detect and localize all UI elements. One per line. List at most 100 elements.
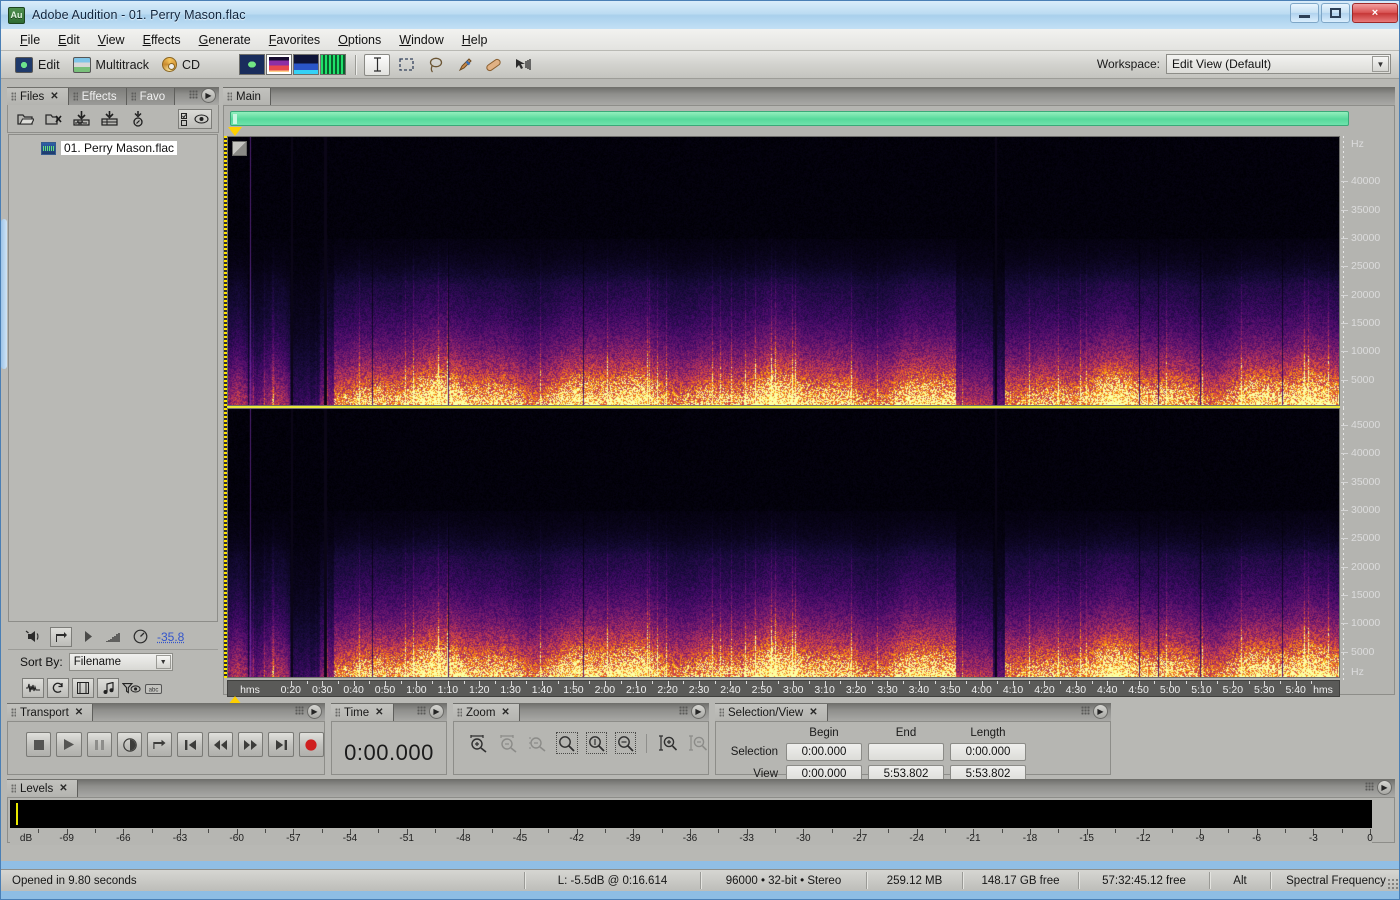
status-cell-0[interactable]: L: -5.5dB @ 0:16.614: [525, 871, 700, 891]
status-cell-2[interactable]: 259.12 MB: [867, 871, 962, 891]
marquee-selection-tool-button[interactable]: [393, 54, 419, 76]
zoom-in-vertical-button[interactable]: [657, 732, 678, 754]
files-list[interactable]: 01. Perry Mason.flac: [8, 134, 218, 622]
time-ruler[interactable]: hms 0:20 0:30 0:40 0:50 1:00 1:10 1:20 1:30 1:40 1…: [227, 680, 1340, 697]
spectral-frequency-view-button[interactable]: [266, 54, 293, 75]
menu-item-window[interactable]: Window: [390, 31, 452, 49]
menu-item-file[interactable]: File: [11, 31, 49, 49]
selection-begin-field[interactable]: 0:00.000: [786, 743, 862, 761]
left-channel-spectrogram[interactable]: [227, 136, 1340, 406]
close-icon[interactable]: ✕: [809, 707, 817, 718]
tab-levels[interactable]: Levels ✕: [7, 780, 78, 797]
time-selection-tool-button[interactable]: [364, 53, 391, 76]
status-cell-4[interactable]: 57:32:45.12 free: [1079, 871, 1209, 891]
zoom-out-vertical-button[interactable]: [687, 732, 708, 754]
selection-length-field[interactable]: 0:00.000: [950, 743, 1026, 761]
menu-item-help[interactable]: Help: [453, 31, 497, 49]
spot-healing-brush-tool-button[interactable]: [480, 54, 506, 76]
close-icon[interactable]: ✕: [50, 91, 58, 102]
stop-button[interactable]: [26, 732, 52, 757]
chevron-down-icon[interactable]: ▼: [155, 655, 171, 669]
play-icon[interactable]: [79, 628, 98, 646]
sort-by-dropdown[interactable]: Filename ▼: [68, 653, 173, 671]
tab-main[interactable]: Main: [223, 88, 271, 105]
mode-button-edit[interactable]: Edit: [11, 53, 69, 77]
frequency-ruler-left-channel[interactable]: 40000 35000 30000 25000 20000 15000 10000 5000 H…: [1341, 136, 1394, 408]
zoom-out-horizontal-button[interactable]: [497, 732, 518, 754]
panel-menu-icon[interactable]: ▶: [201, 88, 216, 103]
show-options-icon[interactable]: [178, 109, 212, 129]
status-cell-6[interactable]: Spectral Frequency: [1271, 871, 1399, 891]
menu-item-view[interactable]: View: [89, 31, 134, 49]
overview-bar[interactable]: [230, 111, 1349, 126]
close-icon[interactable]: ✕: [59, 783, 67, 794]
loop-play-icon[interactable]: [50, 626, 72, 647]
spectral-pan-view-button[interactable]: [293, 54, 320, 75]
menu-item-favorites[interactable]: Favorites: [260, 31, 329, 49]
tab-files[interactable]: Files ✕: [7, 88, 69, 105]
mute-icon[interactable]: [24, 628, 43, 646]
waveform-view-button[interactable]: [239, 54, 266, 75]
frequency-ruler-right-channel[interactable]: 45000 40000 35000 30000 25000 20000 15000 10000…: [1341, 408, 1394, 680]
panel-menu-icon[interactable]: ▶: [1093, 704, 1108, 719]
zoom-out-full-both-axes-button[interactable]: [527, 732, 548, 754]
zoom-in-left-edge-button[interactable]: [585, 732, 607, 754]
open-file-icon[interactable]: [16, 110, 35, 128]
video-toggle-icon[interactable]: [72, 678, 94, 698]
pause-button[interactable]: [86, 732, 112, 757]
zoom-in-horizontal-button[interactable]: [468, 732, 489, 754]
close-file-icon[interactable]: [44, 110, 63, 128]
status-cell-5[interactable]: Alt: [1210, 871, 1270, 891]
tab-zoom[interactable]: Zoom ✕: [453, 704, 520, 721]
spectral-phase-view-button[interactable]: [320, 54, 347, 75]
maximize-button[interactable]: [1321, 3, 1350, 23]
tab-effects[interactable]: Effects: [68, 88, 127, 105]
go-to-end-button[interactable]: [268, 732, 294, 757]
tab-favo[interactable]: Favo: [126, 88, 176, 105]
play-button[interactable]: [56, 732, 82, 757]
playhead-marker-top[interactable]: [228, 127, 242, 136]
loop-toggle-icon[interactable]: [47, 678, 69, 698]
close-icon[interactable]: ✕: [75, 707, 83, 718]
knob-icon[interactable]: [131, 628, 150, 646]
workspace-dropdown[interactable]: Edit View (Default) ▼: [1166, 54, 1391, 74]
menu-item-effects[interactable]: Effects: [134, 31, 190, 49]
tab-time[interactable]: Time ✕: [331, 704, 394, 721]
levels-meter[interactable]: [10, 800, 1372, 828]
right-channel-spectrogram[interactable]: [227, 408, 1340, 678]
status-cell-1[interactable]: 96000 • 32-bit • Stereo: [701, 871, 866, 891]
zoom-in-right-edge-button[interactable]: [614, 732, 637, 754]
close-icon[interactable]: ✕: [501, 707, 509, 718]
play-from-cursor-button[interactable]: [116, 732, 143, 757]
resize-grip-icon[interactable]: [1387, 878, 1398, 889]
panel-menu-icon[interactable]: ▶: [307, 704, 322, 719]
record-button[interactable]: [298, 732, 324, 757]
panel-menu-icon[interactable]: ▶: [1377, 780, 1392, 795]
minimize-button[interactable]: [1290, 3, 1319, 23]
selection-end-field[interactable]: [868, 743, 944, 761]
filter-icon[interactable]: [122, 679, 141, 697]
paintbrush-selection-tool-button[interactable]: [451, 54, 477, 76]
advanced-options-icon[interactable]: abc: [144, 679, 163, 697]
midi-toggle-icon[interactable]: [97, 678, 119, 698]
go-to-beginning-button[interactable]: [177, 732, 203, 757]
mode-button-multitrack[interactable]: Multitrack: [69, 53, 158, 77]
channel-handle-left[interactable]: [232, 141, 247, 156]
status-cell-3[interactable]: 148.17 GB free: [963, 871, 1078, 891]
close-button[interactable]: ×: [1352, 3, 1398, 23]
menu-item-options[interactable]: Options: [329, 31, 390, 49]
spectrogram-area[interactable]: [224, 136, 1340, 678]
waveform-toggle-icon[interactable]: [22, 678, 44, 698]
lasso-selection-tool-button[interactable]: [422, 54, 448, 76]
chevron-down-icon[interactable]: ▼: [1372, 56, 1389, 72]
close-icon[interactable]: ✕: [375, 707, 383, 718]
mode-button-cd[interactable]: CD: [158, 53, 209, 77]
insert-into-cd-list-icon[interactable]: [100, 110, 119, 128]
level-value[interactable]: -35.8: [157, 630, 184, 644]
panel-menu-icon[interactable]: ▶: [429, 704, 444, 719]
time-readout[interactable]: 0:00.000: [332, 722, 446, 766]
tab-transport[interactable]: Transport ✕: [7, 704, 94, 721]
loop-play-button[interactable]: [147, 732, 173, 757]
zoom-to-selection-button[interactable]: [556, 732, 578, 754]
insert-into-multitrack-icon[interactable]: [72, 110, 91, 128]
